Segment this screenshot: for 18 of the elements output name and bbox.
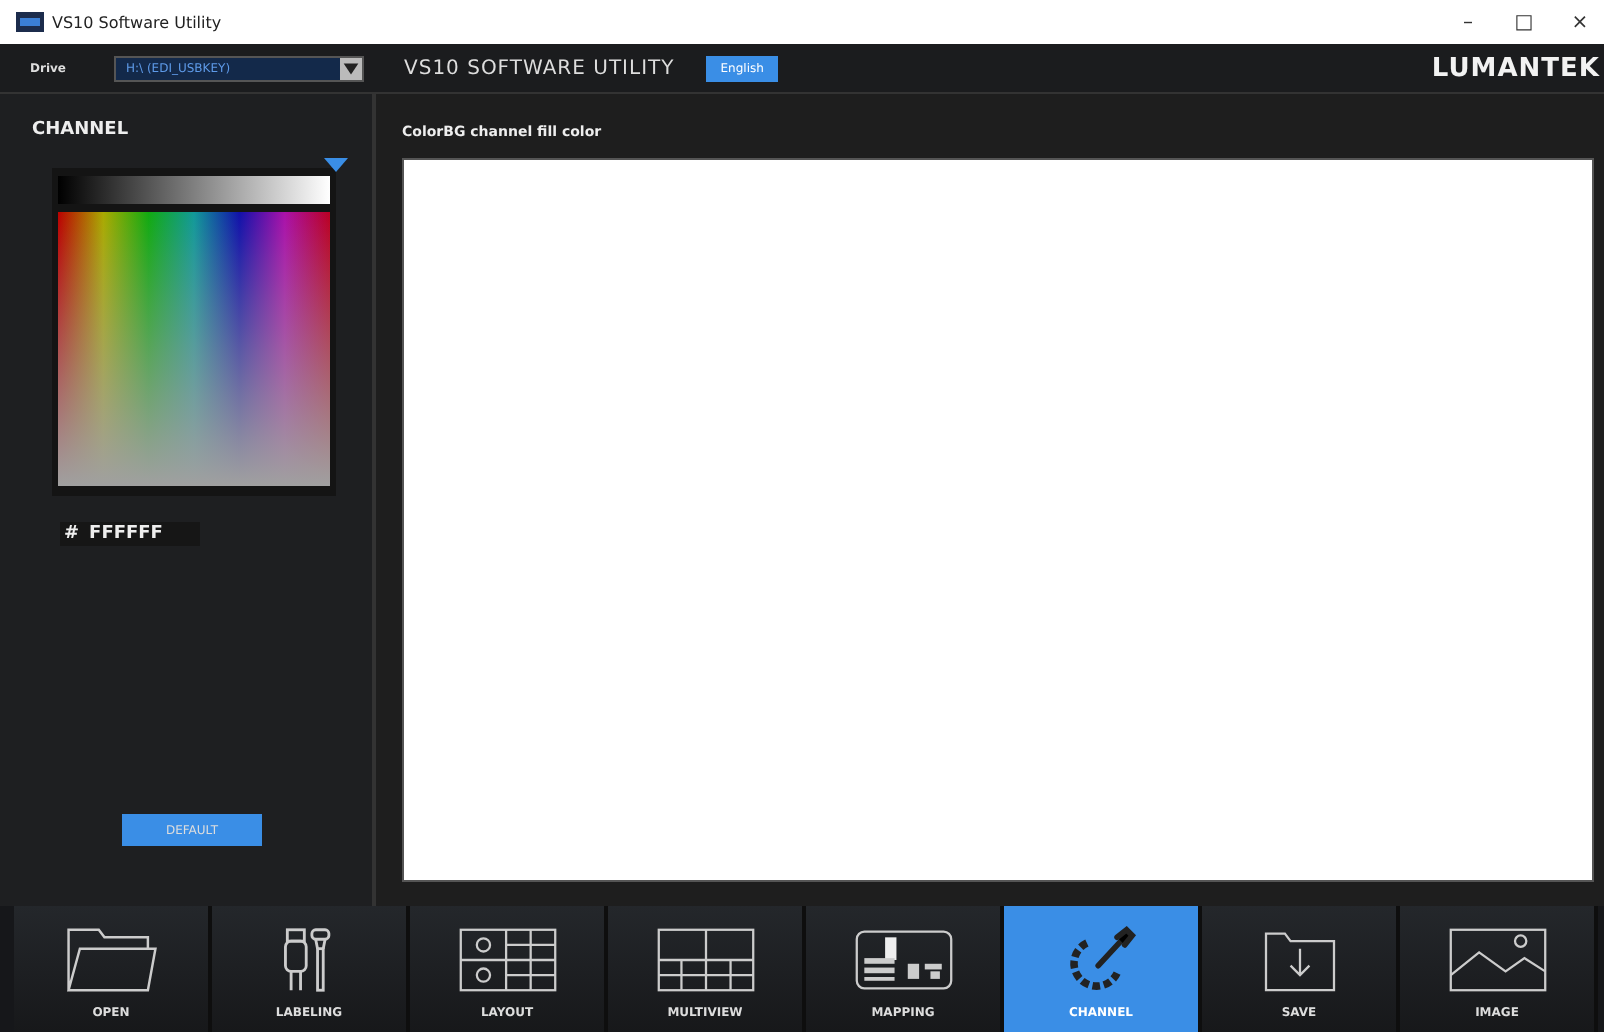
grayscale-bar[interactable] xyxy=(58,176,330,204)
panel-title: CHANNEL xyxy=(32,120,131,140)
caret-icon xyxy=(340,57,362,79)
color-spectrum[interactable] xyxy=(58,212,330,486)
layout-grid-icon xyxy=(457,926,557,994)
app-title: VS10 SOFTWARE UTILITY xyxy=(404,57,675,79)
slider-marker-icon[interactable] xyxy=(324,158,348,172)
device-panel-icon xyxy=(853,926,953,994)
hex-field[interactable]: # FFFFFF xyxy=(60,522,200,546)
folder-icon xyxy=(61,926,161,994)
multiview-grid-icon xyxy=(655,926,755,994)
image-icon xyxy=(1447,926,1547,994)
window-control[interactable]: – xyxy=(1456,11,1480,33)
window-control[interactable]: × xyxy=(1568,11,1592,33)
app-icon xyxy=(16,12,44,32)
window-control[interactable]: □ xyxy=(1512,11,1536,33)
window-title: VS10 Software Utility xyxy=(52,13,222,31)
brand-logo: LUMANTEK xyxy=(1431,53,1600,83)
